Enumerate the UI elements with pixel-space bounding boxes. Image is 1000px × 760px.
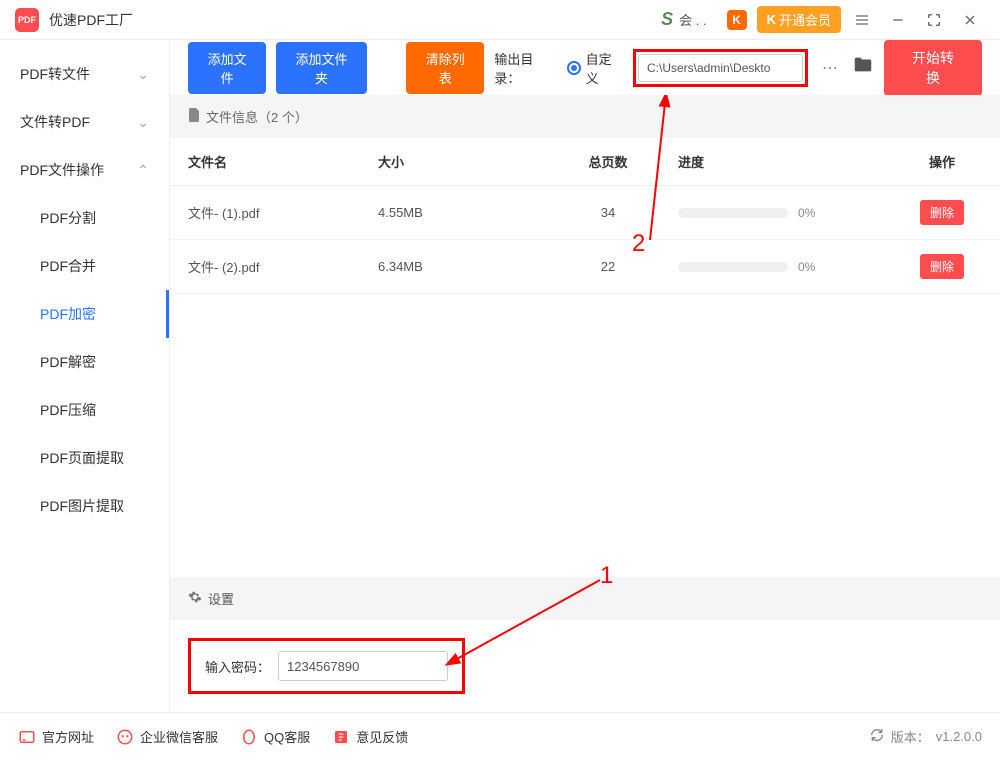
file-info-header: 文件信息（2 个） <box>170 95 1000 138</box>
sidebar-item-split[interactable]: PDF分割 <box>0 194 169 242</box>
version-info: 版本： v1.2.0.0 <box>869 727 982 746</box>
settings-label: 设置 <box>208 589 234 608</box>
app-logo-icon: PDF <box>15 8 39 32</box>
radio-label: 自定义 <box>586 49 623 87</box>
header-size: 大小 <box>378 152 548 171</box>
sidebar-group-pdf-to-file[interactable]: PDF转文件 ⌄ <box>0 50 169 98</box>
sidebar-group-label: PDF文件操作 <box>20 160 104 180</box>
password-input[interactable] <box>278 651 448 681</box>
sidebar-item-decrypt[interactable]: PDF解密 <box>0 338 169 386</box>
progress-bar <box>678 262 788 272</box>
vip-button-label: 开通会员 <box>779 10 831 29</box>
header-name: 文件名 <box>188 152 378 171</box>
sidebar-group-file-to-pdf[interactable]: 文件转PDF ⌄ <box>0 98 169 146</box>
sidebar-group-pdf-ops[interactable]: PDF文件操作 ⌃ <box>0 146 169 194</box>
vip-crown-icon: K <box>767 12 776 27</box>
wechat-icon <box>116 728 134 746</box>
wechat-support-link[interactable]: 企业微信客服 <box>116 727 218 746</box>
delete-button[interactable]: 删除 <box>920 200 964 225</box>
link-label: 企业微信客服 <box>140 727 218 746</box>
cell-progress: 0% <box>668 206 902 220</box>
sidebar-item-extract-page[interactable]: PDF页面提取 <box>0 434 169 482</box>
brand-swoosh-icon: S <box>661 9 673 30</box>
link-label: QQ客服 <box>264 727 310 746</box>
sidebar: PDF转文件 ⌄ 文件转PDF ⌄ PDF文件操作 ⌃ PDF分割 PDF合并 PDF… <box>0 40 170 712</box>
qq-support-link[interactable]: QQ客服 <box>240 727 310 746</box>
start-convert-button[interactable]: 开始转换 <box>884 40 982 96</box>
feedback-link[interactable]: 意见反馈 <box>332 727 408 746</box>
version-value: v1.2.0.0 <box>936 729 982 744</box>
progress-text: 0% <box>798 206 815 220</box>
annotation-arrow-1 <box>440 565 620 675</box>
close-button[interactable] <box>955 5 985 35</box>
password-label: 输入密码： <box>205 657 270 676</box>
password-highlight-box: 输入密码： <box>188 638 465 694</box>
chevron-down-icon: ⌄ <box>137 114 149 131</box>
link-label: 意见反馈 <box>356 727 408 746</box>
chevron-down-icon: ⌄ <box>137 66 149 83</box>
official-site-link[interactable]: 官方网址 <box>18 727 94 746</box>
sidebar-group-label: 文件转PDF <box>20 112 90 132</box>
fullscreen-button[interactable] <box>919 5 949 35</box>
gear-icon <box>188 590 202 607</box>
minimize-button[interactable] <box>883 5 913 35</box>
browse-folder-button[interactable] <box>852 54 874 81</box>
link-label: 官方网址 <box>42 727 94 746</box>
cell-size: 6.34MB <box>378 259 548 274</box>
output-path-highlight <box>633 49 808 87</box>
cell-pages: 22 <box>548 259 668 274</box>
chevron-up-icon: ⌃ <box>137 162 149 179</box>
delete-button[interactable]: 删除 <box>920 254 964 279</box>
table-row: 文件- (1).pdf 4.55MB 34 0% 删除 <box>170 186 1000 240</box>
titlebar: PDF 优速PDF工厂 S 会 . . K K开通会员 <box>0 0 1000 40</box>
sidebar-group-label: PDF转文件 <box>20 64 90 84</box>
header-op: 操作 <box>902 152 982 171</box>
add-file-button[interactable]: 添加文件 <box>188 42 266 94</box>
radio-checked-icon <box>567 61 581 75</box>
globe-icon <box>18 728 36 746</box>
add-folder-button[interactable]: 添加文件夹 <box>276 42 367 94</box>
sidebar-item-merge[interactable]: PDF合并 <box>0 242 169 290</box>
header-progress: 进度 <box>668 152 902 171</box>
sidebar-item-extract-image[interactable]: PDF图片提取 <box>0 482 169 530</box>
version-label: 版本： <box>891 727 930 746</box>
sidebar-item-encrypt[interactable]: PDF加密 <box>0 290 169 338</box>
output-path-input[interactable] <box>638 54 803 82</box>
table-header: 文件名 大小 总页数 进度 操作 <box>170 138 1000 186</box>
refresh-icon[interactable] <box>869 727 885 746</box>
cell-progress: 0% <box>668 260 902 274</box>
member-text: 会 . . <box>679 10 706 29</box>
document-icon <box>188 108 200 125</box>
output-custom-radio[interactable]: 自定义 <box>567 49 623 87</box>
file-table: 文件名 大小 总页数 进度 操作 文件- (1).pdf 4.55MB 34 0… <box>170 138 1000 294</box>
clear-list-button[interactable]: 清除列表 <box>406 42 484 94</box>
menu-button[interactable] <box>847 5 877 35</box>
cell-filename: 文件- (1).pdf <box>188 203 378 222</box>
more-dots-icon[interactable]: ⋯ <box>818 58 842 78</box>
footer: 官方网址 企业微信客服 QQ客服 意见反馈 版本： v1.2.0.0 <box>0 712 1000 760</box>
app-title: 优速PDF工厂 <box>49 10 133 30</box>
toolbar: 添加文件 添加文件夹 清除列表 输出目录： 自定义 ⋯ 开始转换 <box>170 40 1000 95</box>
qq-icon <box>240 728 258 746</box>
annotation-arrow-2 <box>640 95 700 245</box>
feedback-icon <box>332 728 350 746</box>
progress-text: 0% <box>798 260 815 274</box>
cell-filename: 文件- (2).pdf <box>188 257 378 276</box>
output-dir-label: 输出目录： <box>494 49 557 87</box>
open-vip-button[interactable]: K开通会员 <box>757 6 841 33</box>
table-row: 文件- (2).pdf 6.34MB 22 0% 删除 <box>170 240 1000 294</box>
cell-size: 4.55MB <box>378 205 548 220</box>
vip-badge-icon[interactable]: K <box>727 10 747 30</box>
file-info-text: 文件信息（2 个） <box>206 107 308 126</box>
sidebar-item-compress[interactable]: PDF压缩 <box>0 386 169 434</box>
